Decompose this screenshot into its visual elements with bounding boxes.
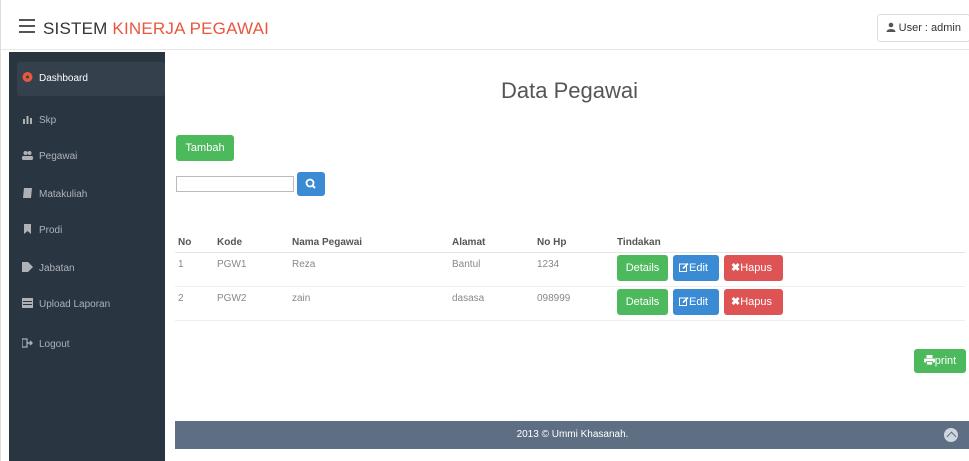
bar-chart-icon <box>23 116 32 124</box>
cell-alamat: Bantul <box>452 252 537 287</box>
sidebar-item-label: Upload Laporan <box>39 299 111 310</box>
sidebar: Dashboard Skp Pegawai Matakuliah Prodi J… <box>9 52 165 461</box>
book-icon <box>23 188 32 198</box>
details-button[interactable]: Details <box>617 254 668 281</box>
sidebar-item-label: Pegawai <box>39 151 78 162</box>
cell-kode: PGW1 <box>217 252 292 287</box>
bookmark-icon <box>24 224 31 234</box>
top-bar: SISTEM KINERJA PEGAWAI User : admin <box>1 8 969 50</box>
sidebar-item-label: Logout <box>39 339 70 350</box>
cell-alamat: dasasa <box>452 286 537 321</box>
table-row: 1 PGW1 Reza Bantul 1234 Details Edit ✖Ha… <box>175 252 965 287</box>
sidebar-item-jabatan[interactable]: Jabatan <box>17 252 165 286</box>
col-header-tindakan: Tindakan <box>617 225 965 253</box>
edit-icon <box>679 296 689 306</box>
delete-icon: ✖ <box>731 295 741 308</box>
add-button[interactable]: Tambah <box>176 135 234 161</box>
brand-prefix: SISTEM <box>43 19 113 38</box>
delete-label: Hapus <box>740 261 773 274</box>
scroll-top-icon[interactable] <box>944 428 958 442</box>
sidebar-item-pegawai[interactable]: Pegawai <box>17 140 165 174</box>
print-button[interactable]: print <box>914 349 966 373</box>
users-icon <box>22 151 33 160</box>
search-button[interactable] <box>297 172 325 196</box>
table-header-row: No Kode Nama Pegawai Alamat No Hp Tindak… <box>175 225 965 253</box>
col-header-nama: Nama Pegawai <box>292 225 452 253</box>
sidebar-item-upload-laporan[interactable]: Upload Laporan <box>17 288 165 322</box>
col-header-kode: Kode <box>217 225 292 253</box>
app-window: SISTEM KINERJA PEGAWAI User : admin Dash… <box>0 0 969 461</box>
cell-actions: Details Edit ✖Hapus <box>617 252 965 287</box>
sidebar-item-label: Skp <box>39 115 57 126</box>
sidebar-item-label: Dashboard <box>39 73 88 84</box>
edit-label: Edit <box>689 261 708 274</box>
sidebar-item-prodi[interactable]: Prodi <box>17 214 165 248</box>
user-menu[interactable]: User : admin <box>876 14 969 42</box>
delete-icon: ✖ <box>731 261 741 274</box>
table-row: 2 PGW2 zain dasasa 098999 Details Edit ✖… <box>175 286 965 321</box>
sidebar-item-logout[interactable]: Logout <box>17 328 165 362</box>
col-header-alamat: Alamat <box>452 225 537 253</box>
sidebar-item-matakuliah[interactable]: Matakuliah <box>17 178 165 212</box>
print-label: print <box>934 355 957 367</box>
col-header-no: No <box>175 225 217 253</box>
delete-label: Hapus <box>740 295 773 308</box>
delete-button[interactable]: ✖Hapus <box>724 288 783 315</box>
sidebar-item-label: Jabatan <box>39 263 75 274</box>
footer: 2013 © Ummi Khasanah. <box>175 421 969 449</box>
menu-toggle-icon[interactable] <box>19 19 35 33</box>
edit-icon <box>679 262 689 272</box>
cell-no: 2 <box>175 286 217 321</box>
sidebar-item-label: Prodi <box>39 225 63 236</box>
delete-button[interactable]: ✖Hapus <box>724 254 783 281</box>
page-title: Data Pegawai <box>501 78 638 103</box>
search-input[interactable] <box>176 176 294 192</box>
employee-table: No Kode Nama Pegawai Alamat No Hp Tindak… <box>175 225 965 321</box>
brand-accent: KINERJA PEGAWAI <box>112 19 270 38</box>
cell-no: 1 <box>175 252 217 287</box>
cell-hp: 098999 <box>537 286 617 321</box>
app-brand: SISTEM KINERJA PEGAWAI <box>43 19 269 39</box>
printer-icon <box>923 355 935 366</box>
upload-icon <box>22 298 33 308</box>
edit-button[interactable]: Edit <box>673 254 719 281</box>
cell-actions: Details Edit ✖Hapus <box>617 286 965 321</box>
user-label: User : admin <box>898 22 961 34</box>
row-actions: Details Edit ✖Hapus <box>617 288 965 319</box>
user-icon <box>886 22 896 32</box>
cell-nama: Reza <box>292 252 452 287</box>
col-header-hp: No Hp <box>537 225 617 253</box>
edit-button[interactable]: Edit <box>673 288 719 315</box>
logout-icon <box>22 338 33 348</box>
footer-text: 2013 © Ummi Khasanah. <box>516 429 629 440</box>
details-button[interactable]: Details <box>617 288 668 315</box>
search-icon <box>305 178 316 189</box>
cell-hp: 1234 <box>537 252 617 287</box>
sidebar-item-dashboard[interactable]: Dashboard <box>17 62 165 96</box>
tag-icon <box>22 262 33 272</box>
dashboard-icon <box>22 72 33 82</box>
sidebar-item-label: Matakuliah <box>39 189 88 200</box>
edit-label: Edit <box>689 295 708 308</box>
row-actions: Details Edit ✖Hapus <box>617 254 965 285</box>
cell-nama: zain <box>292 286 452 321</box>
cell-kode: PGW2 <box>217 286 292 321</box>
sidebar-item-skp[interactable]: Skp <box>17 104 165 138</box>
